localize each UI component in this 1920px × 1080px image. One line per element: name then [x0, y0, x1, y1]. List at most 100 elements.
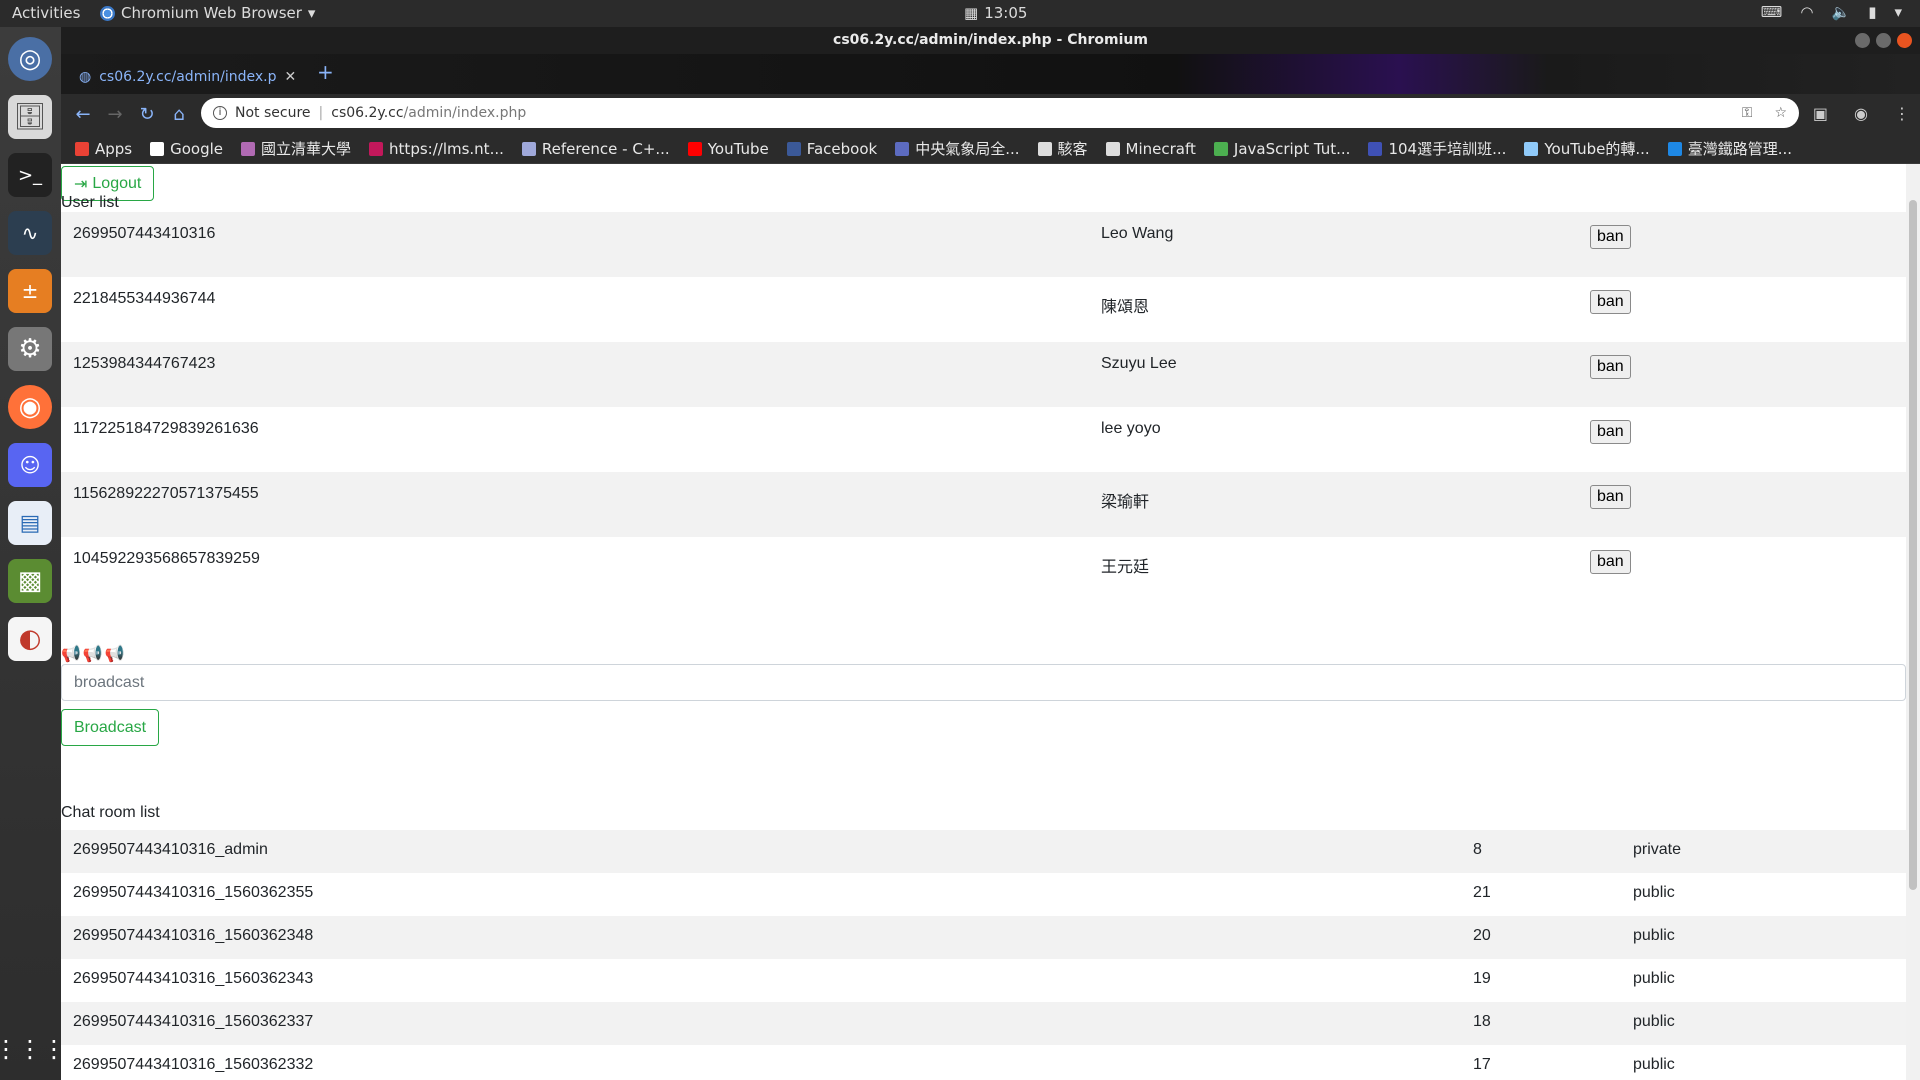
- tab-admin[interactable]: ◍ cs06.2y.cc/admin/index.p ✕: [69, 60, 305, 94]
- maximize-button[interactable]: [1876, 33, 1891, 48]
- keyboard-icon: ⌨: [1760, 3, 1783, 21]
- bookmark-item[interactable]: 中央氣象局全...: [895, 138, 1020, 159]
- bookmark-favicon-icon: [687, 141, 702, 156]
- window-titlebar: cs06.2y.cc/admin/index.php - Chromium: [61, 27, 1920, 54]
- user-name: 王元廷: [1101, 559, 1150, 576]
- user-name: 陳頌恩: [1101, 299, 1150, 316]
- activities-button[interactable]: Activities: [12, 4, 80, 22]
- room-type: public: [1633, 1013, 1675, 1030]
- system-tray[interactable]: ⌨ ◠ 🔈 ▮ ▾: [1761, 3, 1902, 21]
- bookmark-item[interactable]: YouTube: [687, 140, 769, 158]
- bookmark-favicon-icon: [1524, 141, 1539, 156]
- bookmark-favicon-icon: [521, 141, 536, 156]
- room-type: public: [1633, 884, 1675, 901]
- home-icon[interactable]: ⌂: [163, 104, 195, 125]
- app-menu[interactable]: Chromium Web Browser ▾: [100, 4, 315, 22]
- menu-icon[interactable]: ⋮: [1894, 104, 1910, 123]
- key-icon[interactable]: ⚿: [1742, 105, 1753, 121]
- minimize-button[interactable]: [1855, 33, 1870, 48]
- broadcast-input[interactable]: [61, 664, 1906, 701]
- bookmark-item[interactable]: https://lms.nt...: [369, 140, 504, 158]
- user-row: 117225184729839261636 lee yoyo ban: [61, 407, 1906, 472]
- window-controls: [1855, 33, 1912, 48]
- page-scrollbar[interactable]: [1906, 164, 1920, 1080]
- eclipse-icon[interactable]: ◐: [8, 617, 52, 661]
- room-name: 2699507443410316_1560362337: [73, 1013, 314, 1030]
- close-tab-icon[interactable]: ✕: [284, 69, 296, 85]
- bookmark-favicon-icon: [1105, 141, 1120, 156]
- room-type: private: [1633, 841, 1682, 858]
- bookmark-label: 駭客: [1057, 140, 1088, 158]
- bookmark-label: 104選手培訓班...: [1388, 140, 1507, 158]
- ban-button[interactable]: ban: [1590, 420, 1631, 444]
- close-window-button[interactable]: [1897, 33, 1912, 48]
- bookmark-item[interactable]: YouTube的轉...: [1524, 138, 1650, 159]
- user-name: 梁瑜軒: [1101, 494, 1150, 511]
- bookmark-label: Apps: [95, 139, 133, 158]
- forward-icon[interactable]: →: [99, 104, 131, 125]
- bookmark-item[interactable]: 駭客: [1037, 138, 1088, 159]
- bookmark-favicon-icon: [1667, 141, 1682, 156]
- user-row: 115628922270571375455 梁瑜軒 ban: [61, 472, 1906, 537]
- chat-room-list-heading: Chat room list: [61, 804, 160, 821]
- bookmark-favicon-icon: [1213, 141, 1228, 156]
- ban-button[interactable]: ban: [1590, 485, 1631, 509]
- bookmark-favicon-icon: [241, 141, 256, 156]
- chromium-icon[interactable]: ◎: [8, 37, 52, 81]
- user-list: 2699507443410316 Leo Wang ban 2218455344936…: [61, 212, 1906, 602]
- discord-icon[interactable]: ☺: [8, 443, 52, 487]
- profile-avatar[interactable]: ◉: [1854, 104, 1868, 123]
- new-tab-button[interactable]: +: [317, 60, 334, 84]
- bookmark-favicon-icon: [895, 141, 910, 156]
- calculator-icon[interactable]: ±: [8, 269, 52, 313]
- bookmark-label: Reference - C+...: [541, 139, 670, 158]
- bookmark-label: https://lms.nt...: [389, 139, 504, 158]
- user-id: 2218455344936744: [73, 290, 216, 307]
- bookmark-item[interactable]: Minecraft: [1105, 140, 1196, 158]
- bookmark-star-icon[interactable]: ☆: [1774, 105, 1787, 121]
- bookmark-item[interactable]: Google: [150, 140, 223, 158]
- files-icon[interactable]: 🗄: [8, 95, 52, 139]
- firefox-icon[interactable]: ◉: [8, 385, 52, 429]
- minecraft-icon[interactable]: ▩: [8, 559, 52, 603]
- tab-strip: ◍ cs06.2y.cc/admin/index.p ✕ +: [61, 54, 1920, 94]
- calendar-icon: ▦: [964, 4, 979, 22]
- bookmark-item[interactable]: Apps: [75, 140, 132, 158]
- clock[interactable]: ▦ 13:05: [964, 4, 1027, 22]
- bookmark-item[interactable]: Facebook: [786, 140, 877, 158]
- extension-icon[interactable]: ▣: [1813, 104, 1828, 123]
- user-id: 1253984344767423: [73, 355, 216, 372]
- user-id: 104592293568657839259: [73, 550, 260, 567]
- user-id: 2699507443410316: [73, 225, 216, 242]
- chat-room-row: 2699507443410316_1560362343 19 public: [61, 959, 1906, 1002]
- settings-icon[interactable]: ⚙: [8, 327, 52, 371]
- bookmark-item[interactable]: Reference - C+...: [521, 139, 670, 158]
- bookmark-label: 臺灣鐵路管理...: [1687, 140, 1792, 158]
- user-name: Szuyu Lee: [1101, 355, 1177, 372]
- system-monitor-icon[interactable]: ∿: [8, 211, 52, 255]
- chat-room-row: 2699507443410316_1560362332 17 public: [61, 1045, 1906, 1080]
- security-label: Not secure: [235, 105, 311, 121]
- bookmark-item[interactable]: 國立清華大學: [241, 138, 351, 159]
- broadcast-button[interactable]: Broadcast: [61, 709, 160, 746]
- writer-icon[interactable]: ▤: [8, 501, 52, 545]
- sign-out-icon: ⇥: [74, 175, 88, 193]
- ban-button[interactable]: ban: [1590, 550, 1631, 574]
- bookmark-item[interactable]: 臺灣鐵路管理...: [1667, 138, 1792, 159]
- app-grid-icon[interactable]: ⋮⋮⋮: [0, 1027, 66, 1071]
- terminal-icon[interactable]: >_: [8, 153, 52, 197]
- ban-button[interactable]: ban: [1590, 225, 1631, 249]
- reload-icon[interactable]: ↻: [131, 104, 163, 125]
- back-icon[interactable]: ←: [67, 104, 99, 125]
- address-bar[interactable]: i Not secure | cs06.2y.cc /admin/index.p…: [201, 98, 1799, 128]
- ban-button[interactable]: ban: [1590, 290, 1631, 314]
- scrollbar-thumb[interactable]: [1909, 200, 1917, 890]
- bookmark-favicon-icon: [150, 141, 165, 156]
- bookmark-label: 國立清華大學: [261, 140, 352, 158]
- bookmark-item[interactable]: JavaScript Tut...: [1213, 140, 1350, 158]
- chevron-down-icon: ▾: [1894, 3, 1902, 21]
- bookmark-item[interactable]: 104選手培訓班...: [1368, 138, 1506, 159]
- chat-room-row: 2699507443410316_1560362355 21 public: [61, 873, 1906, 916]
- ban-button[interactable]: ban: [1590, 355, 1631, 379]
- info-icon[interactable]: i: [213, 106, 227, 120]
